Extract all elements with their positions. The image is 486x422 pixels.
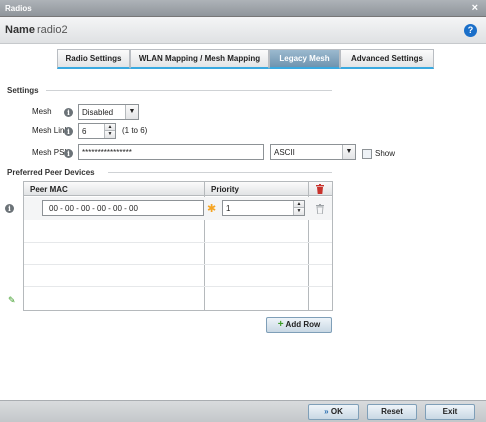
peer-mac-value: 00 - 00 - 00 - 00 - 00 - 00 <box>49 204 138 213</box>
settings-divider <box>46 90 332 91</box>
tab-legacy-mesh[interactable]: Legacy Mesh <box>269 49 340 69</box>
table-row: i 00 - 00 - 00 - 00 - 00 - 00 ✱ 1 ▲ ▼ <box>5 197 332 220</box>
peer-mac-input[interactable]: 00 - 00 - 00 - 00 - 00 - 00 <box>42 200 204 216</box>
chevron-down-icon: ▼ <box>125 105 138 119</box>
tab-advanced-settings[interactable]: Advanced Settings <box>340 49 434 69</box>
double-arrow-icon: » <box>324 407 329 416</box>
add-row-button[interactable]: + Add Row <box>266 317 332 333</box>
psk-format-value: ASCII <box>274 148 295 157</box>
stepper-buttons[interactable]: ▲ ▼ <box>104 124 115 138</box>
ok-button[interactable]: » OK <box>308 404 359 420</box>
peer-devices-section-title: Preferred Peer Devices <box>7 168 95 177</box>
increment-icon[interactable]: ▲ <box>105 124 115 131</box>
stepper-buttons[interactable]: ▲ ▼ <box>293 201 304 215</box>
name-bar: Name radio2 ? <box>0 17 486 44</box>
required-star-icon: ✱ <box>207 203 217 215</box>
column-header-priority: Priority <box>211 185 240 194</box>
window-title: Radios <box>5 4 32 13</box>
help-icon[interactable]: ? <box>464 24 477 37</box>
decrement-icon[interactable]: ▼ <box>105 131 115 138</box>
row-divider <box>24 264 332 265</box>
psk-format-select[interactable]: ASCII ▼ <box>270 144 356 160</box>
mesh-label: Mesh <box>32 107 52 116</box>
exit-button[interactable]: Exit <box>425 404 475 420</box>
window-titlebar: Radios × <box>0 0 486 17</box>
peer-devices-divider <box>108 172 332 173</box>
show-psk-checkbox[interactable] <box>362 149 372 159</box>
mesh-psk-input[interactable]: **************** <box>78 144 264 160</box>
plus-icon: + <box>277 319 284 330</box>
mesh-select[interactable]: Disabled ▼ <box>78 104 139 120</box>
chevron-down-icon: ▼ <box>342 145 355 159</box>
mesh-psk-value: **************** <box>82 148 132 157</box>
name-value: radio2 <box>37 24 68 36</box>
name-label: Name <box>5 24 35 36</box>
peer-mac-info-icon[interactable]: i <box>5 204 14 213</box>
mesh-psk-info-icon[interactable]: i <box>64 149 73 158</box>
increment-icon[interactable]: ▲ <box>294 201 304 208</box>
row-divider <box>24 242 332 243</box>
close-icon[interactable]: × <box>472 2 478 14</box>
peer-devices-table: Peer MAC Priority i 00 - 00 - 00 - 00 - … <box>5 181 333 311</box>
mesh-links-range: (1 to 6) <box>122 126 148 135</box>
add-row-label: Add Row <box>285 320 321 329</box>
column-header-peer-mac: Peer MAC <box>30 185 68 194</box>
mesh-links-value: 6 <box>82 127 87 136</box>
footer-bar: » OK Reset Exit <box>0 400 486 422</box>
mesh-select-value: Disabled <box>82 108 114 117</box>
mesh-info-icon[interactable]: i <box>64 108 73 117</box>
edit-pencil-icon: ✎ <box>8 295 16 305</box>
tab-radio-settings[interactable]: Radio Settings <box>57 49 130 69</box>
table-header: Peer MAC Priority <box>24 182 332 196</box>
decrement-icon[interactable]: ▼ <box>294 208 304 215</box>
settings-section-title: Settings <box>7 86 39 95</box>
priority-value: 1 <box>226 204 231 213</box>
ok-label: OK <box>330 407 343 416</box>
row-divider <box>24 286 332 287</box>
mesh-links-stepper[interactable]: 6 ▲ ▼ <box>78 123 116 139</box>
reset-button[interactable]: Reset <box>367 404 417 420</box>
tab-wlan-mesh-mapping[interactable]: WLAN Mapping / Mesh Mapping <box>130 49 269 69</box>
priority-stepper[interactable]: 1 ▲ ▼ <box>222 200 305 216</box>
delete-all-icon[interactable] <box>316 184 324 194</box>
content-area: Radio Settings WLAN Mapping / Mesh Mappi… <box>0 44 486 400</box>
show-psk-label: Show <box>375 149 396 158</box>
mesh-links-info-icon[interactable]: i <box>64 127 73 136</box>
delete-row-icon[interactable] <box>316 204 324 214</box>
